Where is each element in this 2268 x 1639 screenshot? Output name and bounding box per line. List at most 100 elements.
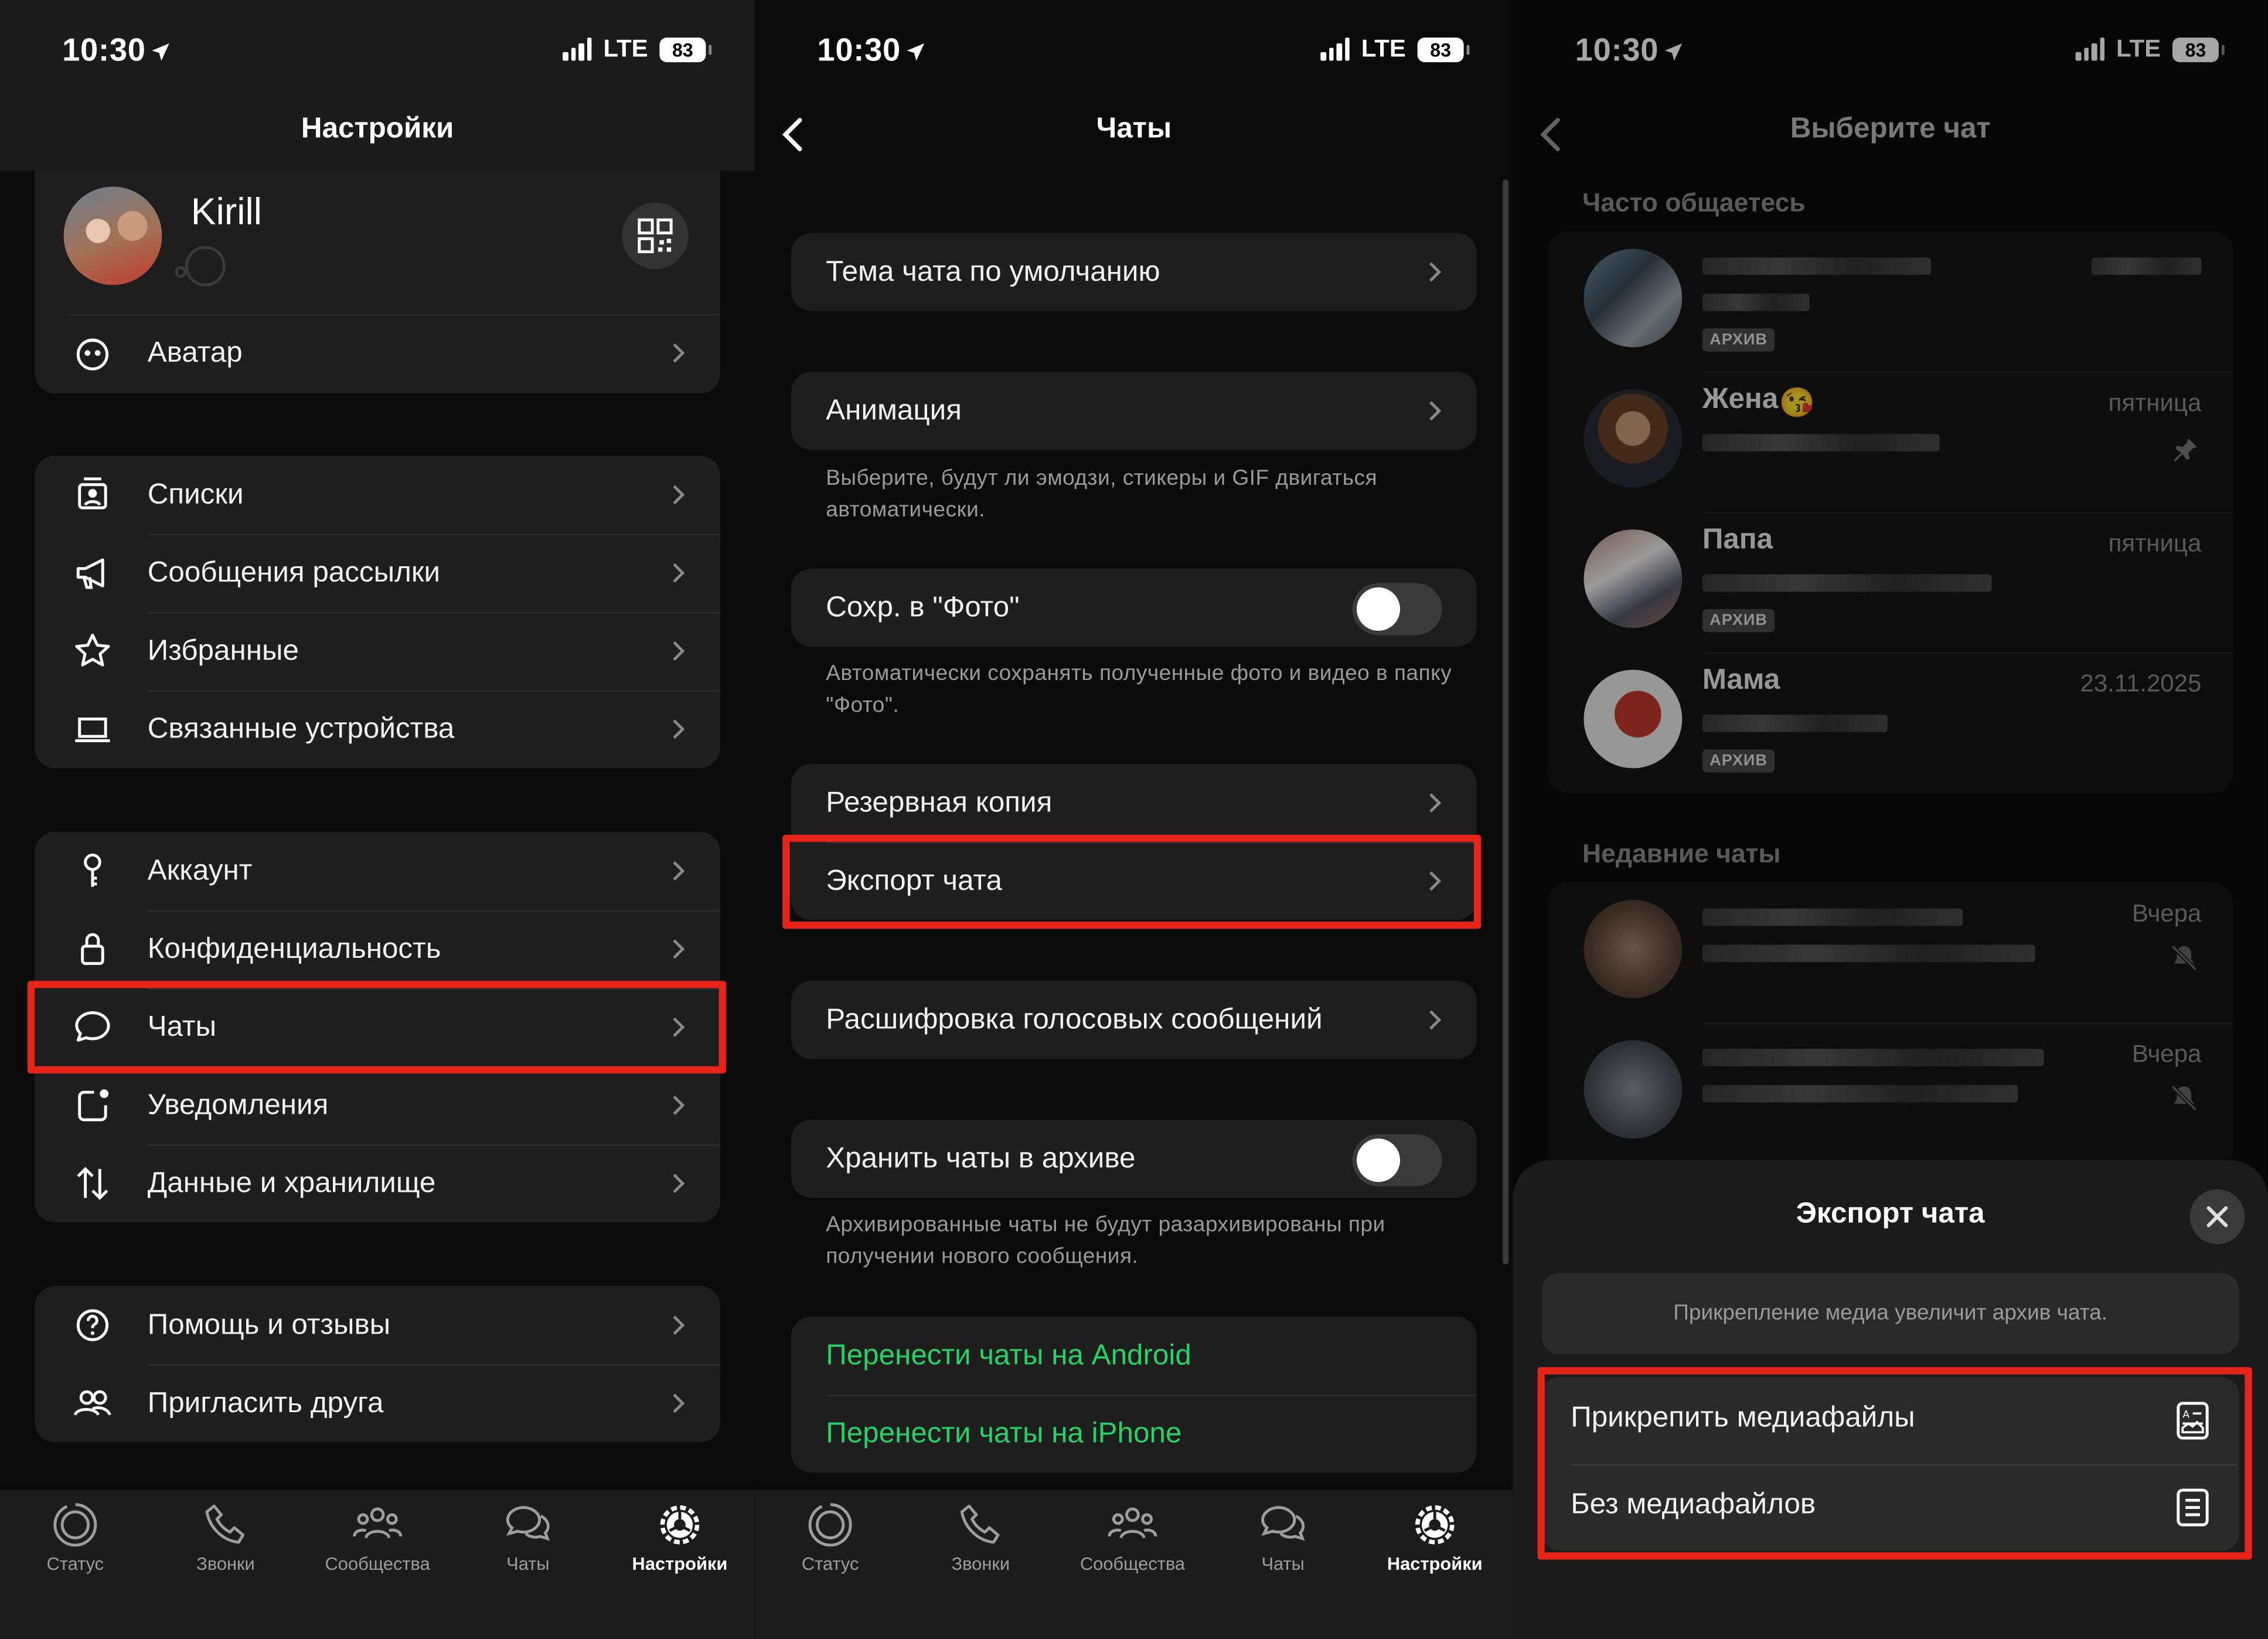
settings-item-storage[interactable]: Данные и хранилище [35, 1144, 721, 1222]
chevron-right-icon [673, 861, 685, 881]
settings-item-label: Данные и хранилище [147, 1167, 436, 1199]
page-title: Чаты [1096, 113, 1172, 145]
status-thought-icon[interactable] [171, 240, 231, 290]
settings-item-privacy[interactable]: Конфиденциальность [35, 910, 721, 988]
settings-item-label: Связанные устройства [147, 712, 455, 744]
notification-icon [78, 1089, 109, 1121]
status-bar: 10:30 LTE 83 [755, 0, 1513, 96]
animation-item[interactable]: Анимация [791, 372, 1477, 450]
qr-code-icon [638, 218, 673, 253]
close-icon [2206, 1206, 2228, 1227]
item-label: Перенести чаты на iPhone [826, 1417, 1182, 1449]
help-icon [76, 1309, 109, 1341]
chevron-right-icon [1429, 401, 1442, 421]
settings-item-label: Сообщения рассылки [147, 556, 441, 589]
profile-avatar[interactable] [63, 186, 162, 285]
settings-item-label: Избранные [147, 634, 299, 667]
settings-item-label: Чаты [147, 1010, 217, 1043]
settings-icon [660, 1505, 700, 1545]
move-to-android-item[interactable]: Перенести чаты на Android [791, 1317, 1477, 1395]
transcription-group: Расшифровка голосовых сообщений [791, 981, 1477, 1059]
settings-item-help[interactable]: Помощь и отзывы [35, 1286, 720, 1364]
transfer-group: Перенести чаты на Android Перенести чаты… [791, 1316, 1477, 1473]
chevron-right-icon [673, 1174, 685, 1193]
settings-icon [1415, 1505, 1455, 1545]
avatar-label: Аватар [147, 336, 243, 369]
attach-media-option[interactable]: Прикрепить медиафайлы A [1542, 1378, 2239, 1464]
status-time: 10:30 [62, 32, 171, 69]
chevron-right-icon [673, 563, 685, 583]
item-label: Резервная копия [826, 786, 1053, 818]
save-photos-item: Сохр. в "Фото" [791, 569, 1477, 647]
tab-bar: Статус Звонки Сообщества Чаты Настройки [755, 1490, 1513, 1639]
battery-icon: 83 [1417, 36, 1470, 62]
archive-group: Хранить чаты в архиве [791, 1120, 1477, 1198]
option-label: Без медиафайлов [1571, 1488, 1816, 1521]
keep-archived-toggle[interactable] [1352, 1134, 1442, 1186]
media-info-text: Прикрепление медиа увеличит архив чата. [1541, 1273, 2239, 1355]
signal-icon [1320, 38, 1350, 61]
tab-bar: Статус Звонки Сообщества Чаты Настройки [0, 1490, 755, 1639]
data-arrows-icon [77, 1167, 108, 1200]
scrollbar[interactable] [1503, 179, 1509, 1265]
animation-note: Выберите, будут ли эмодзи, стикеры и GIF… [826, 465, 1378, 522]
item-label: Расшифровка голосовых сообщений [826, 1003, 1323, 1035]
settings-item-label: Пригласить друга [147, 1386, 384, 1419]
people-icon [73, 1390, 111, 1416]
settings-item-broadcast[interactable]: Сообщения рассылки [35, 533, 721, 612]
avatar-row[interactable]: Аватар [35, 314, 720, 392]
screenshot-collage: 10:30 LTE 83 Настройки Аватар Kirill Спи… [0, 0, 2268, 1639]
settings-item-starred[interactable]: Избранные [35, 611, 721, 690]
sheet-title: Экспорт чата [1796, 1198, 1985, 1230]
signal-icon [563, 38, 592, 61]
svg-text:A: A [2182, 1409, 2189, 1421]
default-theme-item[interactable]: Тема чата по умолчанию [791, 233, 1477, 311]
chats-settings-screen: 10:30 LTE 83 Чаты Тема чата по умолчанию… [755, 0, 1513, 1639]
item-label: Тема чата по умолчанию [826, 255, 1160, 287]
animation-group: Анимация [791, 372, 1477, 450]
chat-bubble-icon [75, 1011, 110, 1042]
chevron-right-icon [673, 641, 685, 661]
lists-icon [78, 477, 107, 509]
lock-icon [81, 933, 104, 965]
save-photos-toggle[interactable] [1352, 583, 1442, 635]
qr-code-button[interactable] [622, 202, 689, 270]
export-chat-item[interactable]: Экспорт чата [791, 842, 1477, 920]
communities-icon [1108, 1507, 1157, 1539]
profile-name: Kirill [190, 189, 262, 233]
chevron-right-icon [673, 1393, 685, 1413]
backup-group: Резервная копия Экспорт чата [791, 764, 1477, 920]
location-arrow-icon [906, 43, 924, 61]
settings-item-chats[interactable]: Чаты [35, 988, 721, 1066]
settings-item-linked-devices[interactable]: Связанные устройства [35, 690, 721, 768]
status-icon [53, 1503, 97, 1547]
chevron-right-icon [673, 939, 685, 959]
backup-item[interactable]: Резервная копия [791, 764, 1477, 842]
settings-item-lists[interactable]: Списки [35, 455, 720, 533]
choose-chat-screen: 10:30 LTE 83 Выберите чат Часто общаетес… [1513, 0, 2268, 1639]
without-media-option[interactable]: Без медиафайлов [1542, 1464, 2239, 1551]
settings-item-label: Уведомления [147, 1089, 329, 1121]
save-photos-note: Автоматически сохранять полученные фото … [826, 661, 1452, 718]
chevron-right-icon [673, 1095, 685, 1116]
chevron-right-icon [1429, 262, 1442, 282]
item-label: Анимация [826, 394, 962, 426]
battery-icon: 83 [659, 36, 712, 62]
close-button[interactable] [2189, 1189, 2245, 1244]
phone-icon [205, 1504, 245, 1544]
settings-item-invite[interactable]: Пригласить друга [35, 1364, 721, 1442]
settings-screen: 10:30 LTE 83 Настройки Аватар Kirill Спи… [0, 0, 755, 1639]
chevron-right-icon [1429, 1010, 1442, 1030]
document-media-icon: A [2177, 1402, 2209, 1440]
chevron-right-icon [1429, 793, 1442, 813]
settings-item-account[interactable]: Аккаунт [35, 832, 720, 910]
key-icon [84, 853, 101, 887]
settings-item-label: Аккаунт [147, 854, 253, 886]
chevron-right-icon [673, 485, 685, 505]
settings-group-lists: Списки Сообщения рассылки Избранные Связ… [35, 455, 721, 769]
voice-transcription-item[interactable]: Расшифровка голосовых сообщений [791, 981, 1477, 1059]
move-to-iphone-item[interactable]: Перенести чаты на iPhone [791, 1395, 1477, 1473]
status-icon [808, 1503, 852, 1547]
settings-item-notifications[interactable]: Уведомления [35, 1066, 721, 1144]
page-title: Настройки [301, 113, 454, 145]
